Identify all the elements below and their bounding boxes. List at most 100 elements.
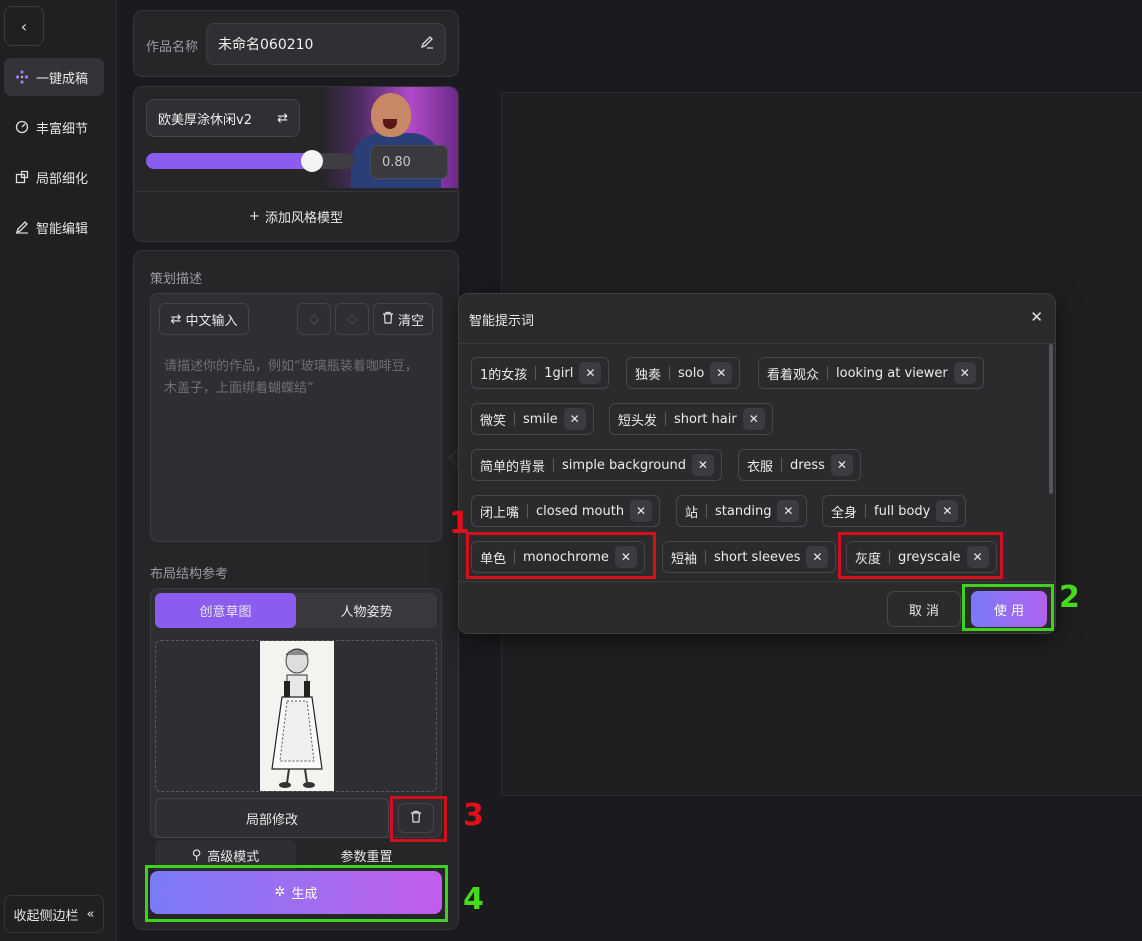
style-strength-input[interactable]: 0.80: [370, 145, 448, 179]
nav-item-local-refine[interactable]: 局部细化: [4, 158, 104, 196]
prompt-editor[interactable]: ⇄ 中文输入 ◇ ◇ 清空 请描述你的作品，例如“玻璃瓶装着咖啡豆，木盖子，上面…: [150, 293, 442, 542]
prompt-tag[interactable]: 闭上嘴 closed mouth ✕: [471, 495, 661, 527]
sparkle-grid-icon: [14, 69, 30, 85]
remove-tag-icon[interactable]: ✕: [630, 500, 653, 522]
smart-prompt-popup: 智能提示词 ✕ 1的女孩 1girl ✕ 独奏 solo ✕ 看着观众 look…: [458, 293, 1056, 634]
tag-en: looking at viewer: [836, 365, 948, 381]
add-style-model-button[interactable]: + 添加风格模型: [133, 191, 459, 241]
collapse-sidebar-label: 收起侧边栏: [13, 908, 79, 924]
remove-tag-icon[interactable]: ✕: [742, 408, 765, 430]
tag-en: full body: [874, 503, 931, 519]
remove-tag-icon[interactable]: ✕: [691, 454, 714, 476]
annotation-box-1: [466, 532, 656, 579]
work-name-field[interactable]: 未命名060210: [206, 23, 446, 65]
annotation-box-3: [390, 796, 447, 842]
remove-tag-icon[interactable]: ✕: [953, 362, 976, 384]
sketch-thumbnail: [260, 641, 334, 791]
remove-tag-icon[interactable]: ✕: [777, 500, 800, 522]
slider-fill: [146, 153, 312, 169]
slider-thumb[interactable]: [301, 150, 323, 172]
local-edit-label: 局部修改: [245, 812, 298, 828]
style-strength-slider[interactable]: [146, 150, 354, 172]
swap-icon: ⇄: [277, 110, 288, 126]
remove-tag-icon[interactable]: ✕: [579, 362, 602, 384]
remove-tag-icon[interactable]: ✕: [710, 362, 733, 384]
prompt-section-label: 策划描述: [150, 272, 203, 287]
nav-item-smart-edit[interactable]: 智能编辑: [4, 208, 104, 246]
pen-icon: [14, 219, 30, 235]
chinese-input-button[interactable]: ⇄ 中文输入: [159, 303, 249, 335]
redo-button[interactable]: ◇: [335, 303, 369, 335]
double-chevron-left-icon: «: [86, 906, 95, 922]
side-nav: ‹ 一键成稿 丰富细节 局部细化 智能编辑 收起侧边栏 «: [0, 0, 117, 941]
prompt-tag[interactable]: 短头发 short hair ✕: [609, 403, 773, 435]
divider: [459, 581, 1055, 582]
tab-creative-sketch[interactable]: 创意草图: [155, 593, 296, 628]
reset-params-label: 参数重置: [340, 849, 393, 865]
work-name-label: 作品名称: [146, 40, 199, 55]
annotation-number-3: 3: [463, 798, 484, 833]
tag-en: simple background: [562, 457, 686, 473]
edit-pencil-icon[interactable]: [420, 35, 434, 53]
tag-en: standing: [715, 503, 772, 519]
remove-tag-icon[interactable]: ✕: [936, 500, 959, 522]
tab-label: 创意草图: [199, 605, 252, 620]
crop-icon: [14, 169, 30, 185]
popup-title: 智能提示词: [469, 314, 535, 329]
layout-section-label: 布局结构参考: [150, 567, 229, 582]
remove-tag-icon[interactable]: ✕: [563, 408, 586, 430]
clear-button[interactable]: 清空: [373, 303, 433, 335]
prompt-tag[interactable]: 全身 full body ✕: [822, 495, 967, 527]
back-button[interactable]: ‹: [4, 6, 44, 46]
advanced-mode-label: 高级模式: [207, 849, 260, 865]
local-edit-button[interactable]: 局部修改: [155, 798, 389, 838]
tag-zh: 短袖: [671, 551, 698, 567]
undo-button[interactable]: ◇: [297, 303, 331, 335]
annotation-number-2: 2: [1059, 580, 1080, 615]
prompt-tag[interactable]: 看着观众 looking at viewer ✕: [758, 357, 984, 389]
chinese-input-label: 中文输入: [185, 313, 238, 329]
prompt-tag[interactable]: 微笑 smile ✕: [471, 403, 594, 435]
add-style-model-label: 添加风格模型: [264, 211, 343, 226]
cancel-button[interactable]: 取 消: [887, 591, 961, 627]
tag-zh: 全身: [831, 505, 858, 521]
scrollbar[interactable]: [1049, 344, 1053, 494]
prompt-tag[interactable]: 独奏 solo ✕: [626, 357, 741, 389]
tag-zh: 闭上嘴: [480, 505, 520, 521]
tab-character-pose[interactable]: 人物姿势: [296, 593, 437, 628]
remove-tag-icon[interactable]: ✕: [830, 454, 853, 476]
layout-tabs: 创意草图 人物姿势: [155, 593, 437, 628]
prompt-tag[interactable]: 站 standing ✕: [676, 495, 808, 527]
prompt-placeholder: 请描述你的作品，例如“玻璃瓶装着咖啡豆，木盖子，上面绑着蝴蝶结”: [164, 359, 418, 396]
swap-icon: ⇄: [170, 311, 182, 327]
tag-zh: 简单的背景: [480, 459, 546, 475]
sketch-upload-area[interactable]: [155, 640, 437, 792]
tag-zh: 短头发: [618, 413, 658, 429]
tag-zh: 看着观众: [767, 367, 820, 383]
eraser-icon: ◇: [309, 311, 319, 327]
collapse-sidebar-button[interactable]: 收起侧边栏 «: [4, 895, 104, 933]
annotation-number-1: 1: [449, 506, 470, 541]
prompt-tag[interactable]: 短袖 short sleeves ✕: [662, 541, 837, 573]
clear-label: 清空: [397, 313, 424, 329]
brush-icon: ◇: [347, 311, 357, 327]
divider: [459, 343, 1055, 344]
annotation-box-1b: [838, 532, 1003, 579]
plus-icon: +: [249, 209, 260, 224]
tag-en: smile: [523, 411, 558, 427]
close-icon[interactable]: ✕: [1030, 308, 1043, 326]
remove-tag-icon[interactable]: ✕: [806, 546, 829, 568]
annotation-number-4: 4: [463, 882, 484, 917]
prompt-tag[interactable]: 衣服 dress ✕: [738, 449, 861, 481]
work-name-value: 未命名060210: [218, 37, 314, 53]
nav-item-label: 一键成稿: [36, 71, 89, 87]
prompt-tag[interactable]: 1的女孩 1girl ✕: [471, 357, 610, 389]
style-model-selector[interactable]: 欧美厚涂休闲v2 ⇄: [146, 99, 300, 137]
nav-item-enrich-details[interactable]: 丰富细节: [4, 108, 104, 146]
tag-en: short hair: [674, 411, 737, 427]
nav-item-label: 丰富细节: [36, 121, 89, 137]
prompt-tag[interactable]: 简单的背景 simple background ✕: [471, 449, 722, 481]
annotation-box-4: [145, 865, 448, 922]
nav-item-one-click[interactable]: 一键成稿: [4, 58, 104, 96]
tag-en: dress: [790, 457, 825, 473]
